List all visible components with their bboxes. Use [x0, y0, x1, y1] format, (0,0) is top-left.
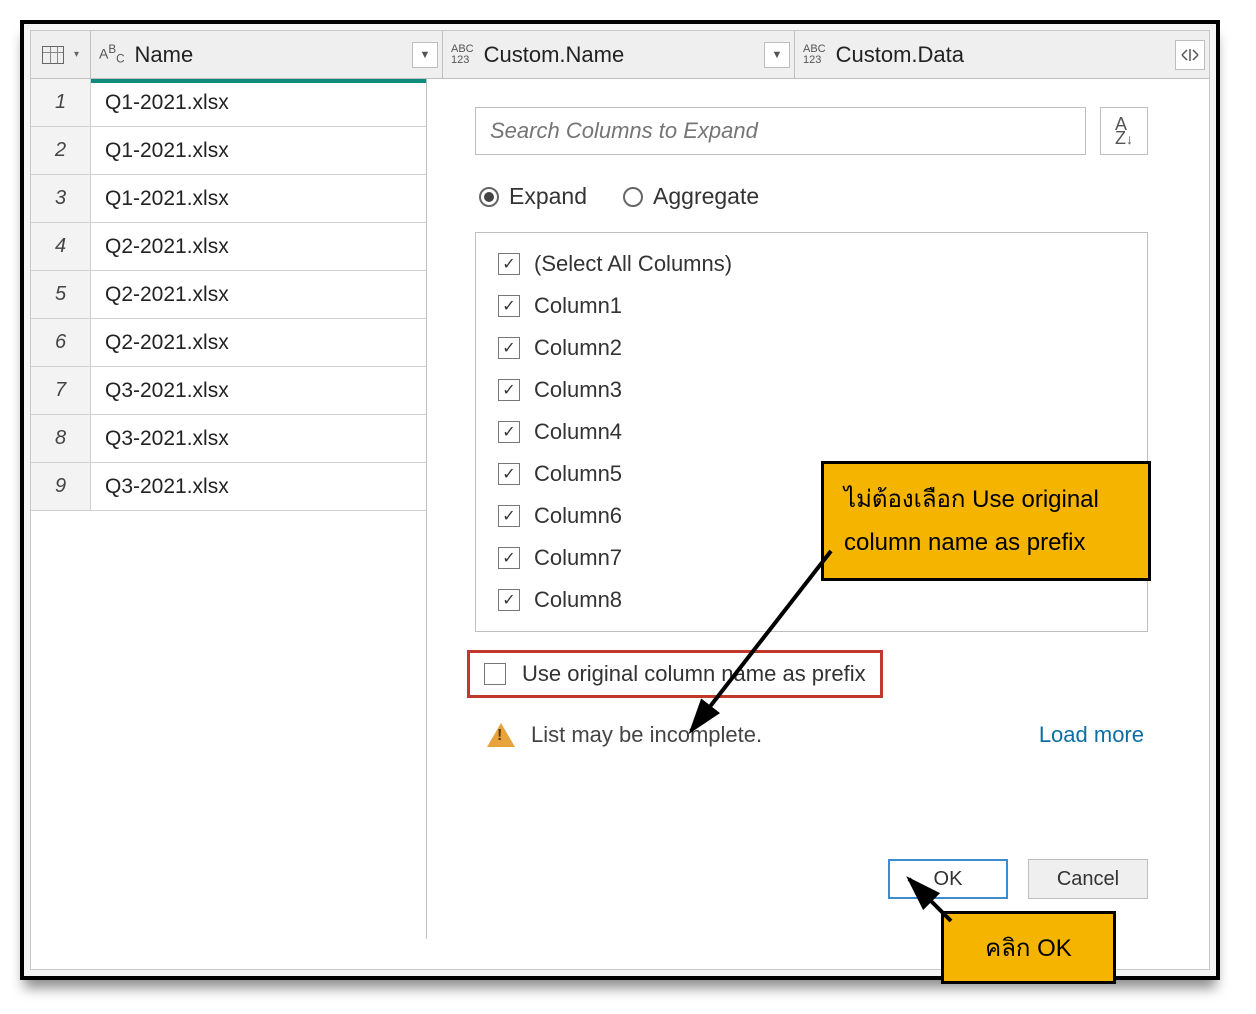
pq-editor: ▾ ABC Name ▼ ABC123 Custom.Name ▼ ABC123… — [30, 30, 1210, 970]
radio-expand[interactable]: Expand — [479, 183, 587, 210]
column-header-row: ▾ ABC Name ▼ ABC123 Custom.Name ▼ ABC123… — [31, 31, 1209, 79]
checkbox-icon — [498, 463, 520, 485]
any-type-icon: ABC123 — [803, 44, 826, 66]
annotation-prefix: ไม่ต้องเลือก Use original column name as… — [821, 461, 1151, 581]
cell-name[interactable]: Q2-2021.xlsx — [91, 319, 443, 366]
table-row[interactable]: 3 Q1-2021.xlsx — [31, 175, 443, 223]
radio-icon — [479, 187, 499, 207]
cell-name[interactable]: Q1-2021.xlsx — [91, 175, 443, 222]
expand-column-icon[interactable] — [1175, 40, 1205, 70]
table-row[interactable]: 5 Q2-2021.xlsx — [31, 271, 443, 319]
cancel-button[interactable]: Cancel — [1028, 859, 1148, 899]
row-number: 3 — [31, 175, 91, 222]
sort-az-icon: AZ↓ — [1115, 117, 1133, 146]
row-number: 1 — [31, 79, 91, 126]
text-type-icon: ABC — [99, 43, 125, 65]
table-row[interactable]: 2 Q1-2021.xlsx — [31, 127, 443, 175]
checkbox-icon — [498, 421, 520, 443]
column-check-item[interactable]: Column2 — [476, 327, 1147, 369]
checkbox-icon — [498, 589, 520, 611]
checkbox-icon — [498, 295, 520, 317]
checkbox-icon — [498, 337, 520, 359]
row-number: 7 — [31, 367, 91, 414]
load-more-link[interactable]: Load more — [1039, 722, 1144, 748]
column-check-item[interactable]: (Select All Columns) — [476, 243, 1147, 285]
column-check-label: Column5 — [534, 461, 622, 487]
row-number: 8 — [31, 415, 91, 462]
table-icon — [42, 46, 64, 64]
column-check-label: (Select All Columns) — [534, 251, 732, 277]
cell-name[interactable]: Q2-2021.xlsx — [91, 271, 443, 318]
cell-name[interactable]: Q3-2021.xlsx — [91, 415, 443, 462]
checkbox-icon — [498, 253, 520, 275]
filter-dropdown-icon[interactable]: ▼ — [764, 42, 790, 68]
cell-name[interactable]: Q3-2021.xlsx — [91, 463, 443, 510]
column-check-item[interactable]: Column1 — [476, 285, 1147, 327]
radio-icon — [623, 187, 643, 207]
cell-name[interactable]: Q2-2021.xlsx — [91, 223, 443, 270]
cell-name[interactable]: Q1-2021.xlsx — [91, 127, 443, 174]
table-row[interactable]: 9 Q3-2021.xlsx — [31, 463, 443, 511]
annotation-click-ok: คลิก OK — [941, 911, 1116, 984]
screenshot-frame: ▾ ABC Name ▼ ABC123 Custom.Name ▼ ABC123… — [20, 20, 1220, 980]
column-check-label: Column1 — [534, 293, 622, 319]
column-check-label: Column2 — [534, 335, 622, 361]
arrow-icon — [681, 551, 841, 741]
data-rows: 1 Q1-2021.xlsx2 Q1-2021.xlsx3 Q1-2021.xl… — [31, 79, 443, 511]
column-header-custom-data[interactable]: ABC123 Custom.Data — [795, 31, 1209, 78]
any-type-icon: ABC123 — [451, 44, 474, 66]
row-number: 4 — [31, 223, 91, 270]
expand-aggregate-radios: Expand Aggregate — [475, 183, 1148, 210]
checkbox-icon — [498, 547, 520, 569]
column-check-label: Column3 — [534, 377, 622, 403]
table-row[interactable]: 4 Q2-2021.xlsx — [31, 223, 443, 271]
table-row[interactable]: 7 Q3-2021.xlsx — [31, 367, 443, 415]
column-header-custom-name[interactable]: ABC123 Custom.Name ▼ — [443, 31, 795, 78]
column-check-item[interactable]: Column3 — [476, 369, 1147, 411]
row-number: 2 — [31, 127, 91, 174]
column-custom-data-label: Custom.Data — [836, 42, 964, 68]
rownum-header[interactable]: ▾ — [31, 31, 91, 78]
checkbox-icon — [498, 379, 520, 401]
row-number: 5 — [31, 271, 91, 318]
row-number: 9 — [31, 463, 91, 510]
radio-aggregate[interactable]: Aggregate — [623, 183, 759, 210]
column-name-label: Name — [135, 42, 194, 68]
cell-name[interactable]: Q3-2021.xlsx — [91, 367, 443, 414]
arrow-icon — [901, 871, 961, 931]
search-columns-input[interactable] — [475, 107, 1086, 155]
column-header-name[interactable]: ABC Name ▼ — [91, 31, 443, 78]
column-check-label: Column6 — [534, 503, 622, 529]
cell-name[interactable]: Q1-2021.xlsx — [91, 79, 443, 126]
column-check-item[interactable]: Column4 — [476, 411, 1147, 453]
table-row[interactable]: 8 Q3-2021.xlsx — [31, 415, 443, 463]
column-check-label: Column8 — [534, 587, 622, 613]
column-custom-name-label: Custom.Name — [484, 42, 625, 68]
checkbox-icon — [498, 505, 520, 527]
table-row[interactable]: 6 Q2-2021.xlsx — [31, 319, 443, 367]
row-number: 6 — [31, 319, 91, 366]
filter-dropdown-icon[interactable]: ▼ — [412, 42, 438, 68]
column-check-label: Column4 — [534, 419, 622, 445]
table-row[interactable]: 1 Q1-2021.xlsx — [31, 79, 443, 127]
warning-icon — [487, 723, 515, 747]
checkbox-icon — [484, 663, 506, 685]
sort-az-button[interactable]: AZ↓ — [1100, 107, 1148, 155]
column-check-label: Column7 — [534, 545, 622, 571]
